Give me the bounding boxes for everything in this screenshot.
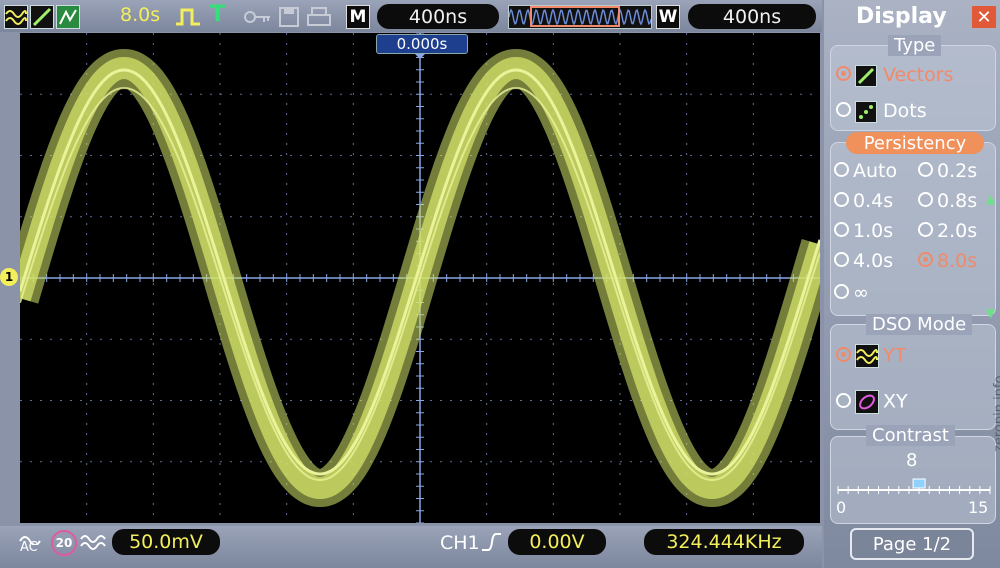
contrast-max: 15 bbox=[968, 498, 989, 517]
channel-marker[interactable]: 1 bbox=[0, 268, 18, 286]
frequency-readout: 324.444KHz bbox=[644, 529, 804, 555]
memory-badge: M bbox=[346, 5, 370, 29]
bw-wave-icon bbox=[80, 533, 106, 555]
persist-infinite[interactable]: ∞ bbox=[834, 282, 869, 304]
close-icon[interactable]: ✕ bbox=[972, 6, 996, 28]
scope-screen bbox=[1, 32, 839, 524]
time-per-div: 8.0s bbox=[120, 4, 161, 26]
contrast-value: 8 bbox=[906, 450, 918, 471]
memory-timebase: 400ns bbox=[377, 4, 499, 29]
watermark: zeropin.info bbox=[992, 375, 1000, 452]
persist-0-4s[interactable]: 0.4s bbox=[834, 190, 893, 212]
persist-0-8s[interactable]: 0.8s bbox=[918, 190, 977, 212]
dots-icon bbox=[855, 100, 877, 123]
volts-per-div: 50.0mV bbox=[112, 529, 220, 555]
save-icon bbox=[278, 6, 300, 32]
mode-xy[interactable]: XY bbox=[836, 390, 908, 414]
trigger-level: 0.00V bbox=[508, 529, 606, 555]
persist-1-0s[interactable]: 1.0s bbox=[834, 220, 893, 242]
option-vectors[interactable]: Vectors bbox=[836, 64, 953, 87]
persist-4-0s[interactable]: 4.0s bbox=[834, 250, 893, 272]
mode-yt[interactable]: YT bbox=[836, 344, 906, 368]
scroll-down-icon[interactable]: ▼ bbox=[986, 306, 995, 320]
vectors-icon bbox=[30, 5, 54, 29]
page-button[interactable]: Page 1/2 bbox=[850, 528, 974, 560]
yt-icon bbox=[855, 344, 879, 368]
type-group-title: Type bbox=[888, 35, 942, 56]
persist-2-0s[interactable]: 2.0s bbox=[918, 220, 977, 242]
memory-window-overview bbox=[508, 5, 652, 29]
menu-title: Display bbox=[856, 4, 947, 29]
contrast-title: Contrast bbox=[866, 425, 955, 446]
scroll-up-icon[interactable]: ▲ bbox=[986, 192, 995, 206]
persist-auto[interactable]: Auto bbox=[834, 160, 897, 182]
persist-8-0s[interactable]: 8.0s bbox=[918, 250, 977, 272]
contrast-slider[interactable] bbox=[836, 478, 992, 496]
window-badge: W bbox=[656, 5, 680, 29]
waveform-icon bbox=[4, 5, 28, 29]
waveform-display bbox=[1, 32, 839, 524]
trigger-position: 0.000s bbox=[376, 34, 468, 54]
persistence-icon bbox=[56, 5, 80, 29]
dso-mode-title: DSO Mode bbox=[866, 314, 973, 335]
bandwidth-limit: 20 bbox=[51, 530, 77, 556]
trigger-state: T bbox=[210, 2, 226, 27]
window-timebase: 400ns bbox=[688, 4, 816, 29]
pulse-icon bbox=[174, 6, 204, 32]
xy-icon bbox=[855, 390, 879, 414]
persistency-title: Persistency bbox=[846, 132, 984, 154]
persist-0-2s[interactable]: 0.2s bbox=[918, 160, 977, 182]
rising-edge-icon bbox=[480, 530, 502, 558]
coupling-label: AC bbox=[20, 540, 38, 555]
option-dots[interactable]: Dots bbox=[836, 100, 927, 123]
vectors-icon bbox=[855, 64, 877, 87]
trigger-channel: CH1 bbox=[440, 532, 480, 554]
contrast-min: 0 bbox=[836, 498, 847, 517]
key-icon bbox=[244, 8, 272, 30]
dso-mode-group bbox=[830, 324, 996, 430]
print-icon bbox=[306, 6, 332, 32]
